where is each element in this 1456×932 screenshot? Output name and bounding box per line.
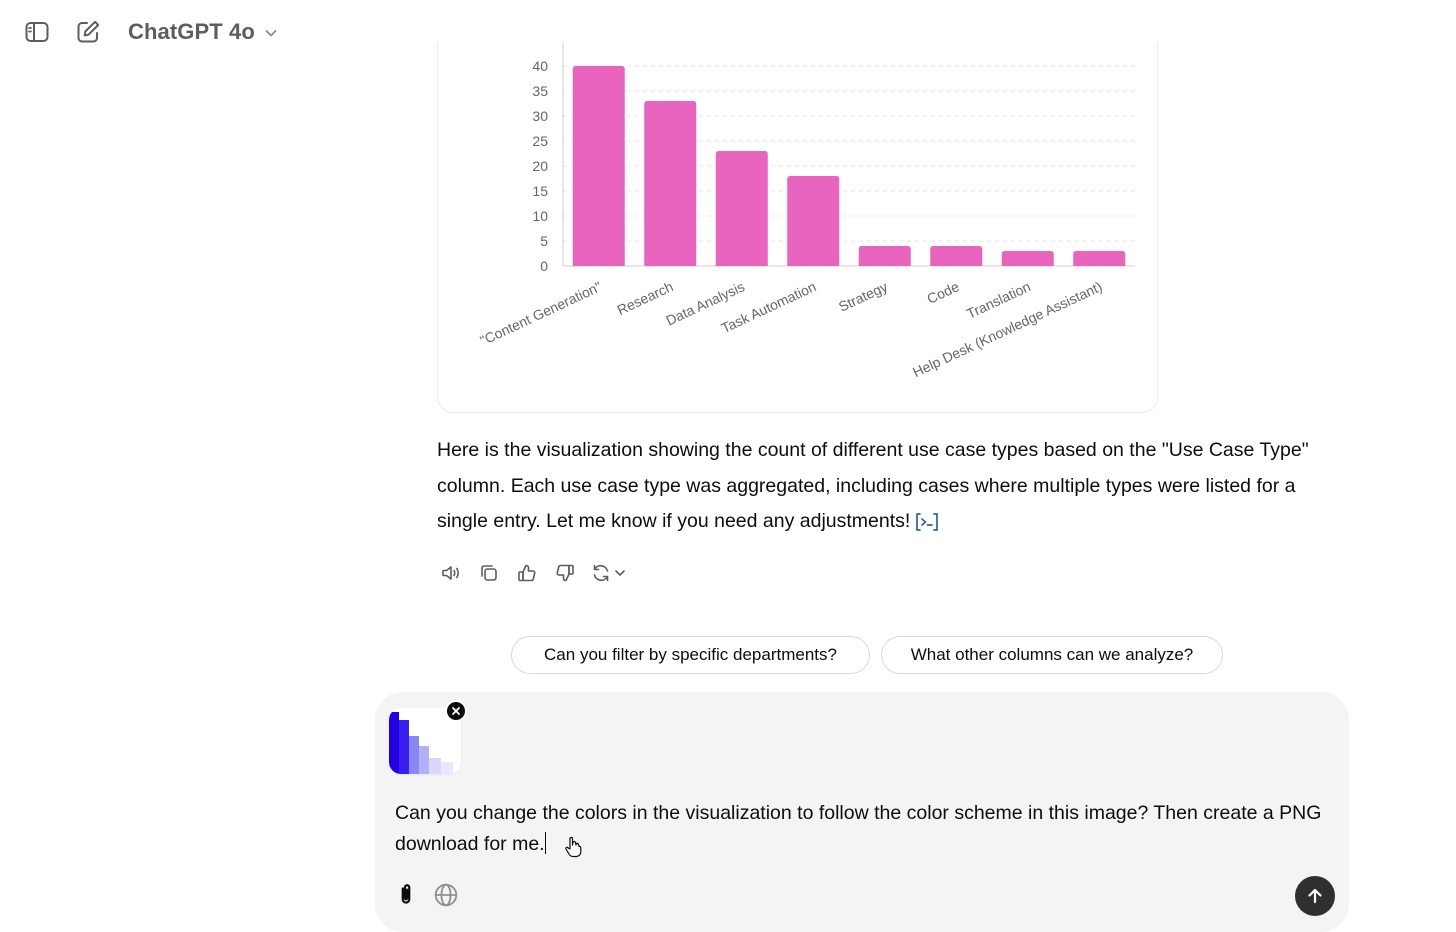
suggestion-chip[interactable]: What other columns can we analyze? xyxy=(881,636,1223,674)
chart-bar xyxy=(572,66,625,266)
thumbs-down-icon xyxy=(556,564,574,582)
message-actions xyxy=(432,556,632,590)
assistant-message: Here is the visualization showing the co… xyxy=(437,433,1317,540)
bar-chart: 0510152025303540"Content Generation" Rese… xyxy=(477,42,1135,380)
text-caret xyxy=(544,832,547,854)
model-name: ChatGPT 4o xyxy=(128,19,255,44)
suggestion-chips: Can you filter by specific departments? … xyxy=(0,636,1456,674)
chart-bar xyxy=(715,151,768,266)
attach-file-button[interactable] xyxy=(391,880,421,910)
assistant-message-text: Here is the visualization showing the co… xyxy=(437,439,1309,532)
prompt-text: Can you change the colors in the visuali… xyxy=(395,802,1322,855)
compose-icon xyxy=(77,20,100,43)
code-bracket-icon[interactable] xyxy=(914,511,940,533)
y-tick-label: 35 xyxy=(532,83,548,99)
y-tick-label: 0 xyxy=(540,258,548,274)
prompt-input[interactable]: Can you change the colors in the visuali… xyxy=(395,798,1335,860)
speaker-icon xyxy=(442,566,459,580)
good-response-button[interactable] xyxy=(508,556,546,590)
refresh-icon xyxy=(593,564,609,582)
chart-bar xyxy=(787,176,840,266)
read-aloud-button[interactable] xyxy=(432,556,470,590)
search-web-button[interactable] xyxy=(431,880,461,910)
y-tick-label: 10 xyxy=(532,208,548,224)
close-icon xyxy=(452,707,460,715)
new-chat-button[interactable] xyxy=(70,14,106,50)
y-tick-label: 25 xyxy=(532,133,548,149)
y-tick-label: 40 xyxy=(532,58,548,74)
model-selector[interactable]: ChatGPT 4o xyxy=(118,14,289,50)
x-tick-label: Strategy xyxy=(836,278,890,315)
chart-bar xyxy=(930,246,983,266)
x-tick-label: "Content Generation" xyxy=(477,278,604,348)
remove-attachment-button[interactable] xyxy=(445,700,467,722)
regenerate-button[interactable] xyxy=(584,556,632,590)
bad-response-button[interactable] xyxy=(546,556,584,590)
chart-card: 0 5 10 15 20 25 30 35 40 "Content Generation" Rese… xyxy=(437,42,1158,413)
y-tick-label: 20 xyxy=(532,158,548,174)
paperclip-icon xyxy=(401,884,411,904)
chart-bar xyxy=(644,101,697,266)
chart-bar xyxy=(858,246,911,266)
message-composer: Can you change the colors in the visuali… xyxy=(375,692,1349,932)
arrow-up-icon xyxy=(1308,888,1322,904)
chevron-down-icon xyxy=(265,30,277,37)
chart-bar xyxy=(1073,251,1126,266)
chart-bar xyxy=(1001,251,1054,266)
copy-icon xyxy=(481,565,497,581)
sidebar-toggle-button[interactable] xyxy=(19,14,55,50)
copy-button[interactable] xyxy=(470,556,508,590)
sidebar-toggle-icon xyxy=(25,22,49,42)
y-tick-label: 15 xyxy=(532,183,548,199)
globe-icon xyxy=(434,883,458,907)
x-tick-label: Code xyxy=(924,278,961,307)
thumbs-up-icon xyxy=(518,564,536,582)
y-tick-label: 5 xyxy=(540,233,548,249)
send-button[interactable] xyxy=(1295,876,1335,916)
y-tick-label: 30 xyxy=(532,108,548,124)
chevron-down-icon xyxy=(615,570,625,576)
suggestion-chip[interactable]: Can you filter by specific departments? xyxy=(511,636,870,674)
